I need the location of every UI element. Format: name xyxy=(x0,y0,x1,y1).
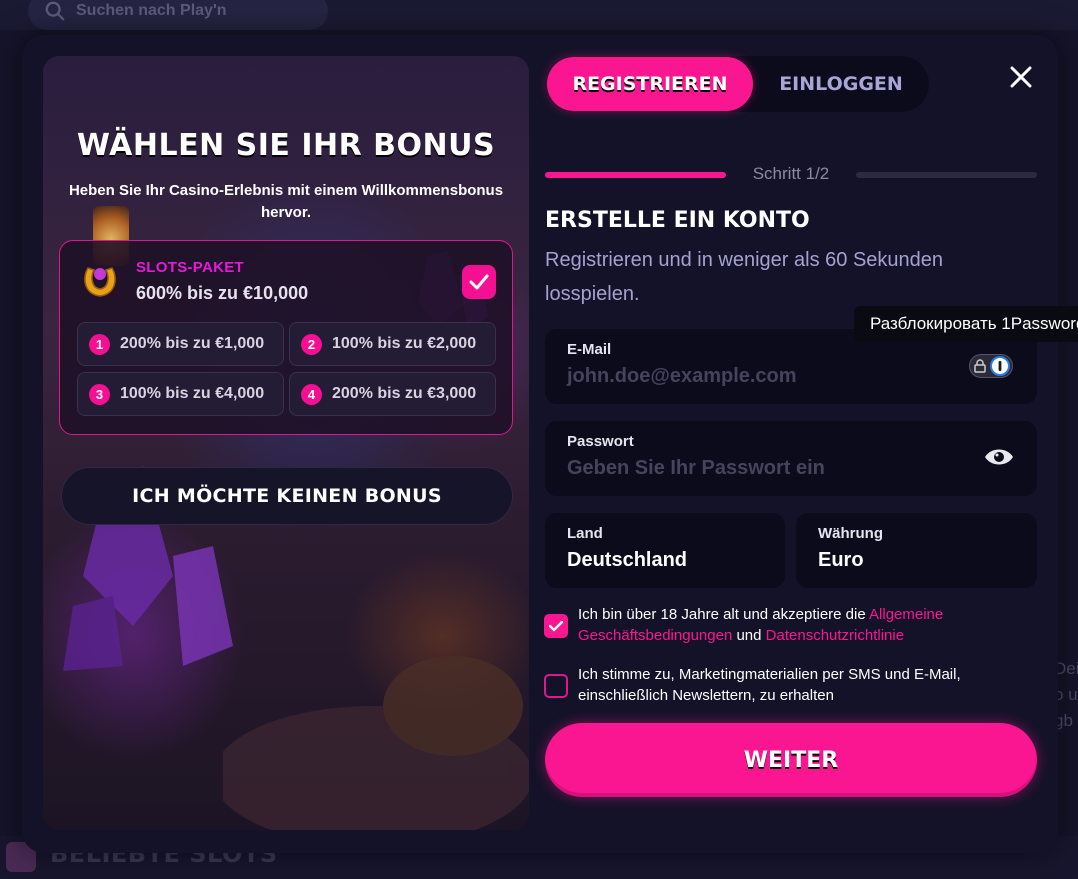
tab-login[interactable]: EINLOGGEN xyxy=(753,57,929,111)
tier-number: 4 xyxy=(301,383,322,405)
password-manager-button[interactable] xyxy=(969,354,1013,378)
tier-label: 100% bis zu €4,000 xyxy=(120,385,265,402)
eye-icon[interactable] xyxy=(983,445,1015,469)
bonus-tier-4: 4 200% bis zu €3,000 xyxy=(289,372,496,416)
promo-title: WÄHLEN SIE IHR BONUS xyxy=(76,128,496,163)
tier-number: 2 xyxy=(301,333,322,355)
progress-step-1 xyxy=(545,172,726,178)
currency-select[interactable]: Währung Euro xyxy=(796,513,1037,588)
auth-tabs: REGISTRIEREN EINLOGGEN xyxy=(545,56,929,112)
terms-text-before: Ich bin über 18 Jahre alt und akzeptiere… xyxy=(578,606,870,623)
lock-icon xyxy=(974,359,986,373)
form-title: ERSTELLE EIN KONTO xyxy=(545,208,810,233)
bonus-tier-1: 1 200% bis zu €1,000 xyxy=(77,322,284,366)
bonus-tier-3: 3 100% bis zu €4,000 xyxy=(77,372,284,416)
marketing-consent-text: Ich stimme zu, Marketingmaterialien per … xyxy=(578,666,961,704)
search-placeholder: Suchen nach Play'n xyxy=(76,2,227,19)
country-select[interactable]: Land Deutschland xyxy=(545,513,785,588)
bonus-amount: 600% bis zu €10,000 xyxy=(136,283,309,303)
currency-label: Währung xyxy=(818,525,883,542)
bonus-selected-checkbox[interactable] xyxy=(462,265,496,299)
password-label: Passwort xyxy=(567,433,634,450)
progress-step-2 xyxy=(856,172,1037,178)
tier-label: 100% bis zu €2,000 xyxy=(332,335,477,352)
marketing-checkbox[interactable] xyxy=(544,674,568,698)
horseshoe-icon xyxy=(84,267,116,297)
close-button[interactable] xyxy=(1006,62,1036,92)
bonus-tier-2: 2 100% bis zu €2,000 xyxy=(289,322,496,366)
no-bonus-button[interactable]: ICH MÖCHTE KEINEN BONUS xyxy=(61,467,513,525)
password-manager-tooltip: Разблокировать 1Password xyxy=(854,306,1078,342)
check-icon xyxy=(549,620,563,631)
password-field[interactable]: Passwort Geben Sie Ihr Passwort ein xyxy=(545,421,1037,496)
currency-value: Euro xyxy=(818,549,864,571)
search-icon xyxy=(45,1,65,21)
rocks-illustration xyxy=(223,656,529,830)
check-icon xyxy=(469,274,489,290)
country-label: Land xyxy=(567,525,603,542)
continue-button[interactable]: WEITER xyxy=(545,723,1037,797)
email-label: E-Mail xyxy=(567,341,612,358)
promo-subtitle: Heben Sie Ihr Casino-Erlebnis mit einem … xyxy=(68,182,504,221)
tab-register[interactable]: REGISTRIEREN xyxy=(547,57,753,111)
terms-consent-text: Ich bin über 18 Jahre alt und akzeptiere… xyxy=(578,604,998,646)
background-search-bar[interactable]: Suchen nach Play'n xyxy=(28,0,328,30)
tier-label: 200% bis zu €1,000 xyxy=(120,335,265,352)
bonus-promo-panel xyxy=(43,56,529,830)
password-input[interactable]: Geben Sie Ihr Passwort ein xyxy=(567,457,825,480)
bonus-name: SLOTS-PAKET xyxy=(136,259,245,276)
tier-label: 200% bis zu €3,000 xyxy=(332,385,477,402)
tier-number: 1 xyxy=(89,333,110,355)
bonus-card-slots-package[interactable]: SLOTS-PAKET 600% bis zu €10,000 1 200% b… xyxy=(59,240,513,435)
close-icon xyxy=(1010,66,1032,88)
terms-checkbox[interactable] xyxy=(544,614,568,638)
tier-number: 3 xyxy=(89,383,110,405)
privacy-link[interactable]: Datenschutzrichtlinie xyxy=(766,627,904,644)
1password-icon xyxy=(990,356,1010,376)
step-indicator: Schritt 1/2 xyxy=(752,164,830,183)
country-value: Deutschland xyxy=(567,549,688,571)
form-subtitle: Registrieren und in weniger als 60 Sekun… xyxy=(545,249,944,305)
email-input[interactable]: john.doe@example.com xyxy=(567,365,797,388)
terms-text-mid: und xyxy=(732,627,766,644)
